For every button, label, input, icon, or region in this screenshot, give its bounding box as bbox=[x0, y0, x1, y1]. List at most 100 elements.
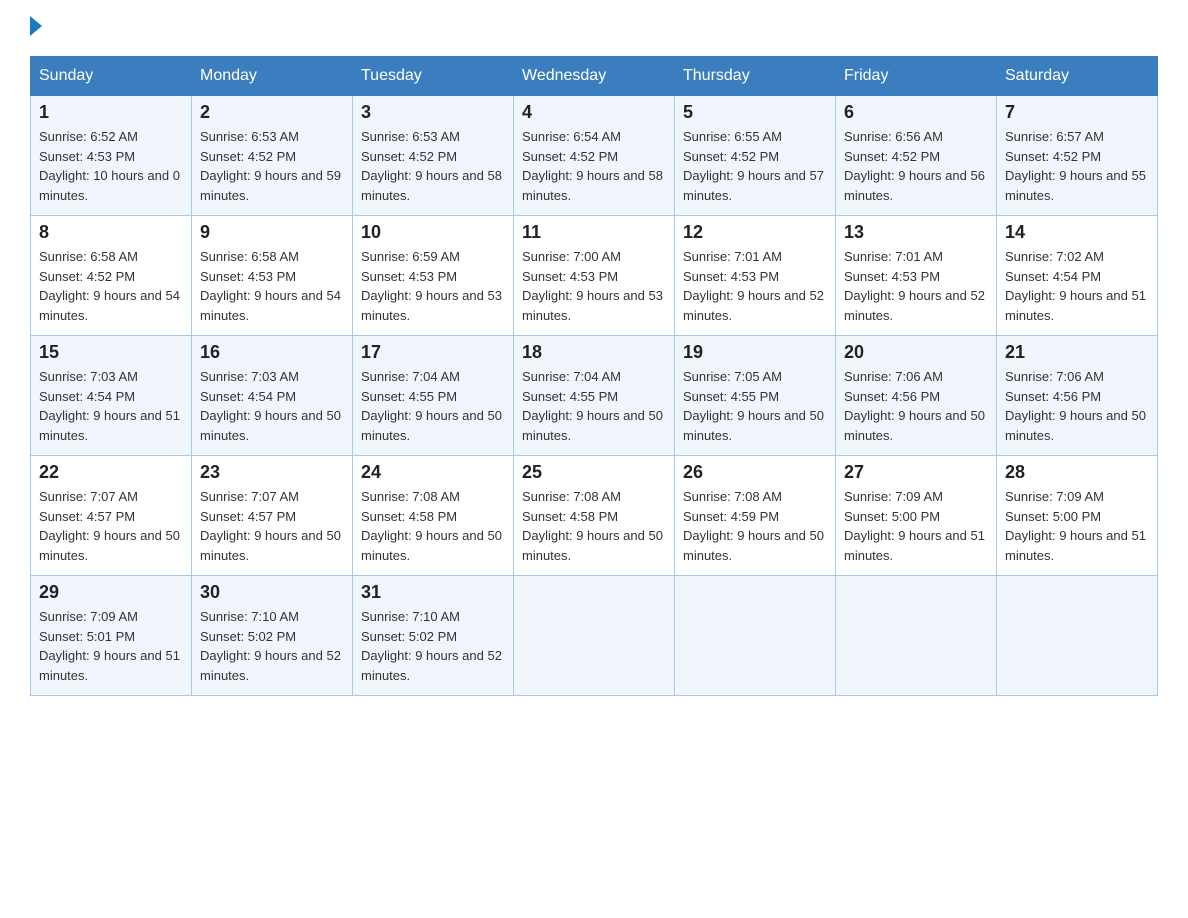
day-number: 5 bbox=[683, 102, 827, 123]
header-tuesday: Tuesday bbox=[353, 57, 514, 96]
day-info: Sunrise: 7:04 AMSunset: 4:55 PMDaylight:… bbox=[361, 369, 502, 443]
calendar-day-cell: 13 Sunrise: 7:01 AMSunset: 4:53 PMDaylig… bbox=[836, 216, 997, 336]
day-number: 12 bbox=[683, 222, 827, 243]
day-number: 25 bbox=[522, 462, 666, 483]
day-number: 8 bbox=[39, 222, 183, 243]
calendar-day-cell: 6 Sunrise: 6:56 AMSunset: 4:52 PMDayligh… bbox=[836, 96, 997, 216]
day-number: 17 bbox=[361, 342, 505, 363]
calendar-day-cell: 22 Sunrise: 7:07 AMSunset: 4:57 PMDaylig… bbox=[31, 456, 192, 576]
header-friday: Friday bbox=[836, 57, 997, 96]
calendar-table: Sunday Monday Tuesday Wednesday Thursday… bbox=[30, 56, 1158, 696]
day-info: Sunrise: 7:09 AMSunset: 5:01 PMDaylight:… bbox=[39, 609, 180, 683]
day-number: 9 bbox=[200, 222, 344, 243]
calendar-week-row: 15 Sunrise: 7:03 AMSunset: 4:54 PMDaylig… bbox=[31, 336, 1158, 456]
calendar-day-cell: 8 Sunrise: 6:58 AMSunset: 4:52 PMDayligh… bbox=[31, 216, 192, 336]
day-info: Sunrise: 7:02 AMSunset: 4:54 PMDaylight:… bbox=[1005, 249, 1146, 323]
day-info: Sunrise: 7:10 AMSunset: 5:02 PMDaylight:… bbox=[200, 609, 341, 683]
header-saturday: Saturday bbox=[997, 57, 1158, 96]
day-number: 23 bbox=[200, 462, 344, 483]
day-info: Sunrise: 6:53 AMSunset: 4:52 PMDaylight:… bbox=[200, 129, 341, 203]
day-info: Sunrise: 7:01 AMSunset: 4:53 PMDaylight:… bbox=[844, 249, 985, 323]
calendar-day-cell: 9 Sunrise: 6:58 AMSunset: 4:53 PMDayligh… bbox=[192, 216, 353, 336]
calendar-day-cell: 26 Sunrise: 7:08 AMSunset: 4:59 PMDaylig… bbox=[675, 456, 836, 576]
day-info: Sunrise: 6:55 AMSunset: 4:52 PMDaylight:… bbox=[683, 129, 824, 203]
day-number: 16 bbox=[200, 342, 344, 363]
calendar-week-row: 22 Sunrise: 7:07 AMSunset: 4:57 PMDaylig… bbox=[31, 456, 1158, 576]
day-number: 18 bbox=[522, 342, 666, 363]
day-number: 20 bbox=[844, 342, 988, 363]
calendar-day-cell: 1 Sunrise: 6:52 AMSunset: 4:53 PMDayligh… bbox=[31, 96, 192, 216]
day-number: 24 bbox=[361, 462, 505, 483]
day-number: 14 bbox=[1005, 222, 1149, 243]
day-number: 1 bbox=[39, 102, 183, 123]
day-info: Sunrise: 6:57 AMSunset: 4:52 PMDaylight:… bbox=[1005, 129, 1146, 203]
calendar-day-cell: 11 Sunrise: 7:00 AMSunset: 4:53 PMDaylig… bbox=[514, 216, 675, 336]
calendar-day-cell bbox=[836, 576, 997, 696]
calendar-day-cell: 4 Sunrise: 6:54 AMSunset: 4:52 PMDayligh… bbox=[514, 96, 675, 216]
calendar-day-cell: 10 Sunrise: 6:59 AMSunset: 4:53 PMDaylig… bbox=[353, 216, 514, 336]
day-info: Sunrise: 6:56 AMSunset: 4:52 PMDaylight:… bbox=[844, 129, 985, 203]
day-info: Sunrise: 6:54 AMSunset: 4:52 PMDaylight:… bbox=[522, 129, 663, 203]
calendar-day-cell: 19 Sunrise: 7:05 AMSunset: 4:55 PMDaylig… bbox=[675, 336, 836, 456]
day-number: 15 bbox=[39, 342, 183, 363]
day-number: 13 bbox=[844, 222, 988, 243]
day-info: Sunrise: 7:01 AMSunset: 4:53 PMDaylight:… bbox=[683, 249, 824, 323]
calendar-day-cell: 7 Sunrise: 6:57 AMSunset: 4:52 PMDayligh… bbox=[997, 96, 1158, 216]
calendar-day-cell: 12 Sunrise: 7:01 AMSunset: 4:53 PMDaylig… bbox=[675, 216, 836, 336]
calendar-day-cell: 25 Sunrise: 7:08 AMSunset: 4:58 PMDaylig… bbox=[514, 456, 675, 576]
header-sunday: Sunday bbox=[31, 57, 192, 96]
day-number: 19 bbox=[683, 342, 827, 363]
day-info: Sunrise: 6:59 AMSunset: 4:53 PMDaylight:… bbox=[361, 249, 502, 323]
day-info: Sunrise: 6:52 AMSunset: 4:53 PMDaylight:… bbox=[39, 129, 180, 203]
calendar-day-cell bbox=[997, 576, 1158, 696]
day-info: Sunrise: 7:06 AMSunset: 4:56 PMDaylight:… bbox=[1005, 369, 1146, 443]
day-info: Sunrise: 7:10 AMSunset: 5:02 PMDaylight:… bbox=[361, 609, 502, 683]
day-info: Sunrise: 7:07 AMSunset: 4:57 PMDaylight:… bbox=[39, 489, 180, 563]
day-number: 6 bbox=[844, 102, 988, 123]
day-number: 26 bbox=[683, 462, 827, 483]
calendar-day-cell: 29 Sunrise: 7:09 AMSunset: 5:01 PMDaylig… bbox=[31, 576, 192, 696]
calendar-day-cell: 24 Sunrise: 7:08 AMSunset: 4:58 PMDaylig… bbox=[353, 456, 514, 576]
calendar-day-cell: 30 Sunrise: 7:10 AMSunset: 5:02 PMDaylig… bbox=[192, 576, 353, 696]
calendar-day-cell: 15 Sunrise: 7:03 AMSunset: 4:54 PMDaylig… bbox=[31, 336, 192, 456]
day-number: 31 bbox=[361, 582, 505, 603]
page-header bbox=[30, 20, 1158, 36]
day-number: 2 bbox=[200, 102, 344, 123]
calendar-day-cell: 20 Sunrise: 7:06 AMSunset: 4:56 PMDaylig… bbox=[836, 336, 997, 456]
day-info: Sunrise: 6:58 AMSunset: 4:53 PMDaylight:… bbox=[200, 249, 341, 323]
day-number: 4 bbox=[522, 102, 666, 123]
calendar-week-row: 1 Sunrise: 6:52 AMSunset: 4:53 PMDayligh… bbox=[31, 96, 1158, 216]
calendar-day-cell: 5 Sunrise: 6:55 AMSunset: 4:52 PMDayligh… bbox=[675, 96, 836, 216]
day-info: Sunrise: 7:07 AMSunset: 4:57 PMDaylight:… bbox=[200, 489, 341, 563]
logo-arrow-icon bbox=[30, 16, 42, 36]
calendar-day-cell: 28 Sunrise: 7:09 AMSunset: 5:00 PMDaylig… bbox=[997, 456, 1158, 576]
calendar-day-cell: 23 Sunrise: 7:07 AMSunset: 4:57 PMDaylig… bbox=[192, 456, 353, 576]
day-info: Sunrise: 6:58 AMSunset: 4:52 PMDaylight:… bbox=[39, 249, 180, 323]
day-number: 28 bbox=[1005, 462, 1149, 483]
day-info: Sunrise: 7:03 AMSunset: 4:54 PMDaylight:… bbox=[39, 369, 180, 443]
day-info: Sunrise: 6:53 AMSunset: 4:52 PMDaylight:… bbox=[361, 129, 502, 203]
logo bbox=[30, 20, 42, 36]
header-wednesday: Wednesday bbox=[514, 57, 675, 96]
day-info: Sunrise: 7:05 AMSunset: 4:55 PMDaylight:… bbox=[683, 369, 824, 443]
header-thursday: Thursday bbox=[675, 57, 836, 96]
calendar-day-cell: 3 Sunrise: 6:53 AMSunset: 4:52 PMDayligh… bbox=[353, 96, 514, 216]
day-info: Sunrise: 7:09 AMSunset: 5:00 PMDaylight:… bbox=[1005, 489, 1146, 563]
header-monday: Monday bbox=[192, 57, 353, 96]
calendar-day-cell: 2 Sunrise: 6:53 AMSunset: 4:52 PMDayligh… bbox=[192, 96, 353, 216]
calendar-header-row: Sunday Monday Tuesday Wednesday Thursday… bbox=[31, 57, 1158, 96]
day-info: Sunrise: 7:08 AMSunset: 4:58 PMDaylight:… bbox=[522, 489, 663, 563]
day-info: Sunrise: 7:08 AMSunset: 4:58 PMDaylight:… bbox=[361, 489, 502, 563]
day-number: 27 bbox=[844, 462, 988, 483]
calendar-day-cell: 14 Sunrise: 7:02 AMSunset: 4:54 PMDaylig… bbox=[997, 216, 1158, 336]
calendar-day-cell: 16 Sunrise: 7:03 AMSunset: 4:54 PMDaylig… bbox=[192, 336, 353, 456]
calendar-day-cell: 17 Sunrise: 7:04 AMSunset: 4:55 PMDaylig… bbox=[353, 336, 514, 456]
day-info: Sunrise: 7:03 AMSunset: 4:54 PMDaylight:… bbox=[200, 369, 341, 443]
day-number: 22 bbox=[39, 462, 183, 483]
day-number: 21 bbox=[1005, 342, 1149, 363]
calendar-day-cell: 27 Sunrise: 7:09 AMSunset: 5:00 PMDaylig… bbox=[836, 456, 997, 576]
day-info: Sunrise: 7:08 AMSunset: 4:59 PMDaylight:… bbox=[683, 489, 824, 563]
day-number: 7 bbox=[1005, 102, 1149, 123]
day-info: Sunrise: 7:06 AMSunset: 4:56 PMDaylight:… bbox=[844, 369, 985, 443]
day-number: 10 bbox=[361, 222, 505, 243]
